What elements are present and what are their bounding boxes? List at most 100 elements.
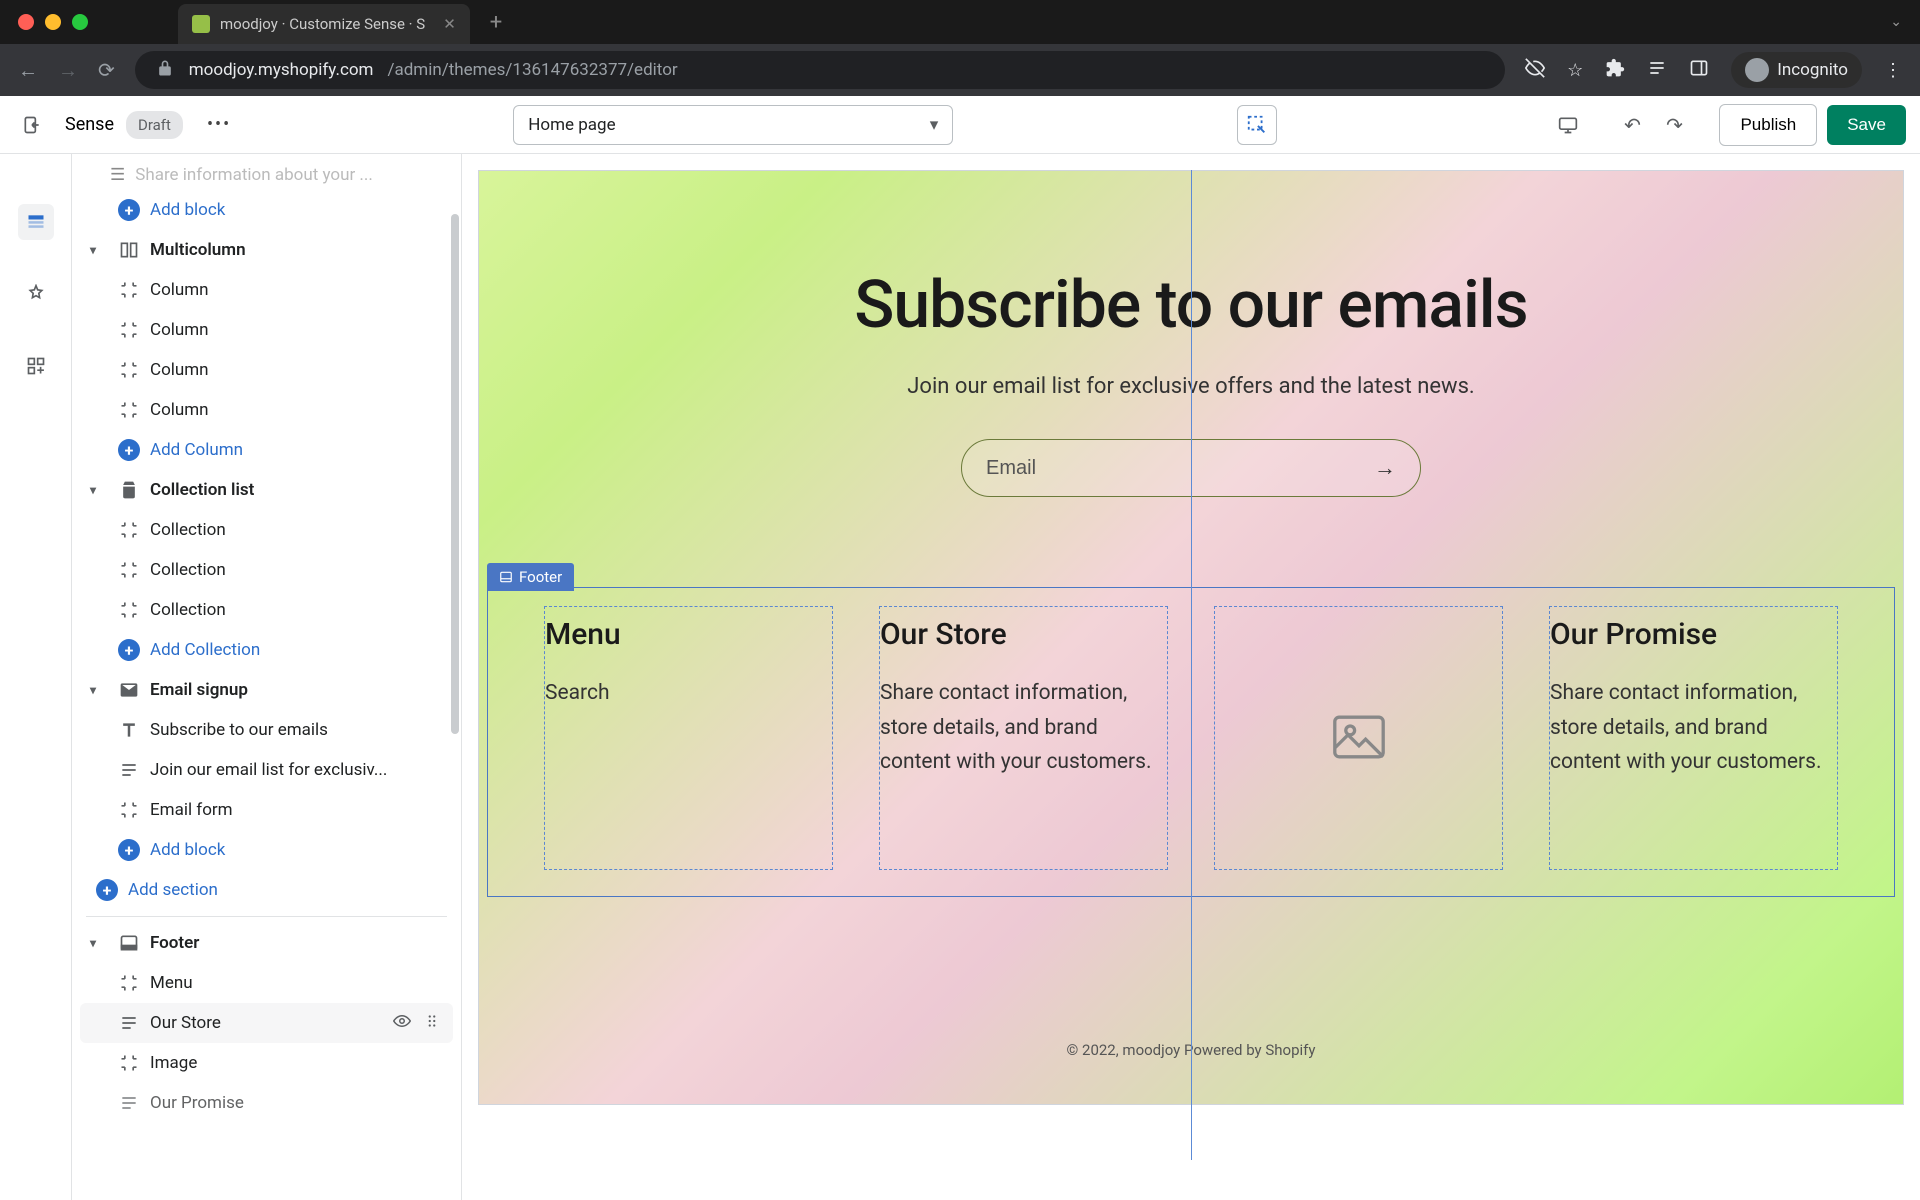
paragraph-icon (118, 1012, 140, 1034)
chevron-down-icon: ▾ (90, 243, 108, 257)
browser-extensions: ☆ Incognito ⋮ (1525, 52, 1902, 88)
apps-tool[interactable] (18, 348, 54, 384)
block-collection[interactable]: Collection (80, 590, 453, 630)
draft-badge: Draft (126, 111, 183, 139)
eye-off-icon[interactable] (1525, 58, 1545, 83)
save-button[interactable]: Save (1827, 105, 1906, 145)
columns-icon (118, 239, 140, 261)
add-column-button[interactable]: +Add Column (80, 430, 453, 470)
reload-button[interactable]: ⟳ (98, 58, 115, 82)
page-selector[interactable]: Home page ▾ (513, 105, 953, 145)
copyright: © 2022, moodjoy Powered by Shopify (479, 1041, 1903, 1059)
new-tab-button[interactable]: + (490, 10, 502, 35)
incognito-badge[interactable]: Incognito (1731, 52, 1862, 88)
editor-topbar: Sense Draft ••• Home page ▾ ↶ ↷ Publish … (0, 96, 1920, 154)
star-icon[interactable]: ☆ (1567, 60, 1583, 81)
plus-icon: + (96, 879, 118, 901)
row-actions (393, 1012, 441, 1034)
footer-icon (499, 570, 513, 584)
section-footer[interactable]: ▾ Footer (80, 923, 453, 963)
visibility-toggle[interactable] (393, 1012, 411, 1034)
undo-button[interactable]: ↶ (1613, 106, 1651, 144)
redo-button[interactable]: ↷ (1655, 106, 1693, 144)
exit-editor-button[interactable] (14, 107, 50, 143)
inspector-toggle[interactable] (1237, 105, 1277, 145)
drag-handle[interactable] (423, 1012, 441, 1034)
tab-overflow-icon[interactable]: ⌄ (1890, 14, 1902, 30)
footer-icon (118, 932, 140, 954)
add-collection-button[interactable]: +Add Collection (80, 630, 453, 670)
block-column[interactable]: Column (80, 350, 453, 390)
browser-menu-icon[interactable]: ⋮ (1884, 60, 1902, 81)
frame-icon (118, 359, 140, 381)
footer-col-image[interactable] (1214, 606, 1503, 870)
footer-link-search[interactable]: Search (545, 681, 610, 705)
window-close[interactable] (18, 14, 34, 30)
topbar-right-actions: ↶ ↷ Publish Save (1549, 104, 1906, 146)
chevron-down-icon: ▾ (90, 683, 108, 697)
preview-canvas: Subscribe to our emails Join our email l… (462, 154, 1920, 1200)
more-actions-button[interactable]: ••• (197, 108, 241, 141)
block-column[interactable]: Column (80, 270, 453, 310)
plus-icon: + (118, 839, 140, 861)
frame-icon (118, 519, 140, 541)
footer-col-our-store[interactable]: Our Store Share contact information, sto… (879, 606, 1168, 870)
submit-arrow-icon[interactable]: → (1374, 455, 1396, 481)
add-block-button[interactable]: + Add block (80, 190, 453, 230)
side-panel-icon[interactable] (1689, 58, 1709, 83)
block-collection[interactable]: Collection (80, 510, 453, 550)
block-our-promise[interactable]: Our Promise (80, 1083, 453, 1123)
extensions-icon[interactable] (1605, 58, 1625, 83)
footer-our-store-title: Our Store (880, 617, 1167, 652)
scrollbar[interactable] (451, 214, 459, 734)
browser-tab[interactable]: moodjoy · Customize Sense · S ✕ (178, 4, 470, 44)
add-block-email-button[interactable]: +Add block (80, 830, 453, 870)
paragraph-icon (118, 759, 140, 781)
block-column[interactable]: Column (80, 390, 453, 430)
section-email-signup[interactable]: ▾ Email signup (80, 670, 453, 710)
section-tree[interactable]: ☰Share information about your ... + Add … (72, 154, 462, 1200)
footer-our-store-body: Share contact information, store details… (880, 676, 1167, 780)
block-collection[interactable]: Collection (80, 550, 453, 590)
frame-icon (118, 319, 140, 341)
add-section-button[interactable]: +Add section (80, 870, 453, 910)
footer-section[interactable]: Menu Search Our Store Share contact info… (487, 587, 1895, 897)
tree-divider (86, 916, 447, 917)
footer-overlay-label[interactable]: Footer (487, 563, 574, 591)
publish-button[interactable]: Publish (1719, 104, 1817, 146)
nav-back-button[interactable]: ← (18, 58, 38, 83)
preview-page[interactable]: Subscribe to our emails Join our email l… (478, 170, 1904, 1105)
paragraph-icon (118, 1092, 140, 1114)
window-zoom[interactable] (72, 14, 88, 30)
window-minimize[interactable] (45, 14, 61, 30)
nav-forward-button[interactable]: → (58, 58, 78, 83)
footer-col-menu[interactable]: Menu Search (544, 606, 833, 870)
frame-icon (118, 279, 140, 301)
section-collection-list[interactable]: ▾ Collection list (80, 470, 453, 510)
tree-item-truncated[interactable]: ☰Share information about your ... (72, 160, 461, 190)
close-tab-icon[interactable]: ✕ (443, 15, 456, 33)
window-controls (18, 14, 88, 30)
block-heading[interactable]: Subscribe to our emails (80, 710, 453, 750)
block-column[interactable]: Column (80, 310, 453, 350)
address-bar[interactable]: moodjoy.myshopify.com/admin/themes/13614… (135, 51, 1505, 89)
email-subheading: Join our email list for exclusive offers… (519, 374, 1863, 399)
block-image[interactable]: Image (80, 1043, 453, 1083)
block-our-store[interactable]: Our Store (80, 1003, 453, 1043)
footer-col-our-promise[interactable]: Our Promise Share contact information, s… (1549, 606, 1838, 870)
section-multicolumn[interactable]: ▾ Multicolumn (80, 230, 453, 270)
chevron-down-icon: ▾ (90, 936, 108, 950)
sections-tool[interactable] (18, 204, 54, 240)
email-input[interactable] (986, 457, 1374, 480)
theme-settings-tool[interactable] (18, 276, 54, 312)
page-selector-label: Home page (528, 115, 615, 135)
block-email-form[interactable]: Email form (80, 790, 453, 830)
viewport-desktop-button[interactable] (1549, 106, 1587, 144)
shopify-favicon (192, 15, 210, 33)
email-signup-section[interactable]: Subscribe to our emails Join our email l… (479, 171, 1903, 557)
block-menu[interactable]: Menu (80, 963, 453, 1003)
block-paragraph[interactable]: Join our email list for exclusiv... (80, 750, 453, 790)
collection-icon (118, 479, 140, 501)
email-form[interactable]: → (961, 439, 1421, 497)
reading-list-icon[interactable] (1647, 58, 1667, 83)
